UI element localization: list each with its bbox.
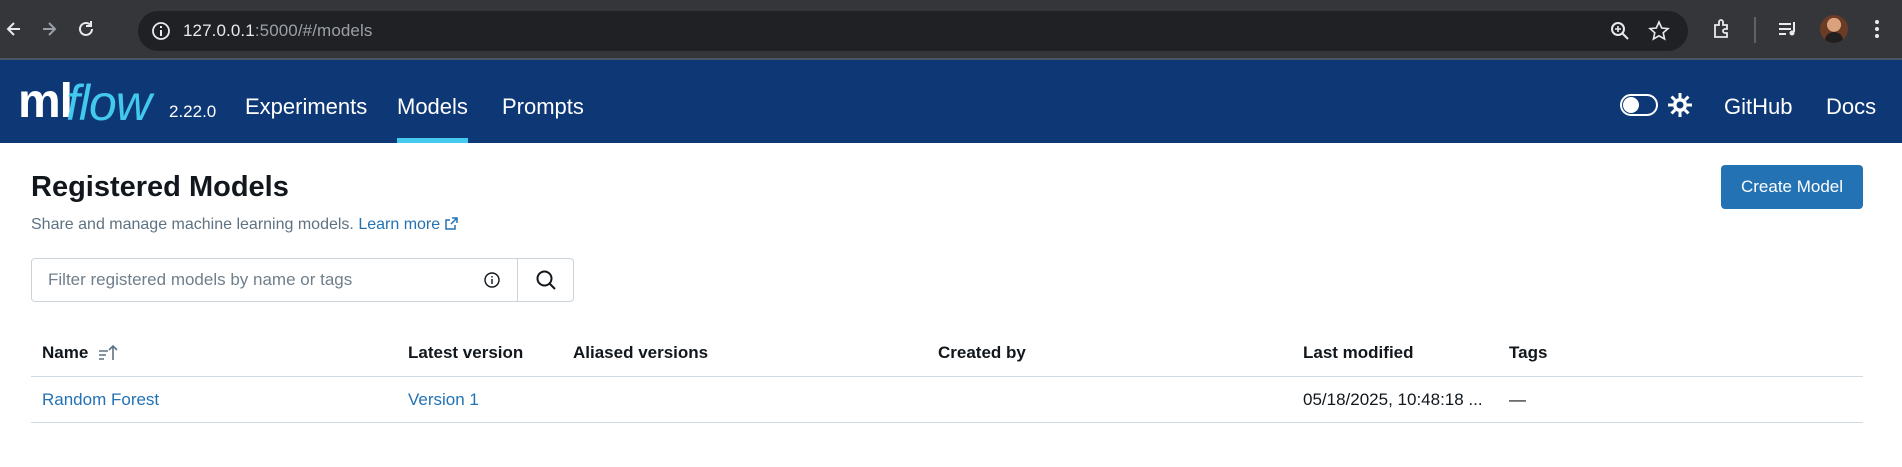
nav-models[interactable]: Models [397,94,468,120]
column-header-last-modified[interactable]: Last modified [1303,343,1414,363]
forward-arrow-icon[interactable] [37,17,61,41]
table-row: Random Forest Version 1 05/18/2025, 10:4… [31,377,1863,423]
url-host: 127.0.0.1 [183,21,255,40]
column-header-created-by[interactable]: Created by [938,343,1026,363]
column-header-aliased-versions[interactable]: Aliased versions [573,343,708,363]
column-header-latest-version[interactable]: Latest version [408,343,523,363]
tags-cell: — [1509,390,1526,409]
nav-experiments[interactable]: Experiments [245,94,367,120]
zoom-icon[interactable] [1609,20,1631,42]
create-model-button[interactable]: Create Model [1721,165,1863,209]
toolbar-divider [1754,17,1756,43]
address-bar[interactable]: 127.0.0.1:5000/#/models [138,11,1688,51]
browser-toolbar: 127.0.0.1:5000/#/models [0,0,1902,60]
model-name-link[interactable]: Random Forest [42,390,159,410]
logo-ml-text: ml [18,75,73,128]
media-queue-icon[interactable] [1775,16,1801,42]
url-path: :5000/#/models [254,21,373,40]
url-text[interactable]: 127.0.0.1:5000/#/models [183,21,372,41]
back-arrow-icon[interactable] [2,17,26,41]
table-header-row: Name Latest version Aliased versions Cre… [31,332,1863,377]
sun-icon [1667,92,1693,118]
learn-more-label: Learn more [358,216,441,233]
more-menu-icon[interactable] [1864,16,1890,42]
column-header-name[interactable]: Name [42,343,88,363]
subtitle-text: Share and manage machine learning models… [31,216,354,233]
active-nav-indicator [397,138,468,143]
search-box [31,258,574,302]
version-label: 2.22.0 [169,102,217,121]
last-modified-cell: 05/18/2025, 10:48:18 ... [1303,390,1483,409]
info-icon[interactable] [483,271,501,289]
site-info-icon[interactable] [150,20,172,42]
sort-ascending-icon[interactable] [97,342,119,364]
nav-prompts[interactable]: Prompts [502,94,584,120]
app-header: ml flow 2.22.0 Experiments Models Prompt… [0,60,1902,143]
search-button[interactable] [518,259,574,301]
logo-flow-text: flow [66,75,152,131]
github-link[interactable]: GitHub [1724,94,1792,120]
page-subtitle: Share and manage machine learning models… [31,216,459,234]
models-table: Name Latest version Aliased versions Cre… [31,332,1863,423]
search-input[interactable] [32,259,517,301]
column-header-tags[interactable]: Tags [1509,343,1547,363]
bookmark-star-icon[interactable] [1648,20,1670,42]
page-title: Registered Models [31,171,289,203]
latest-version-link[interactable]: Version 1 [408,390,479,410]
theme-toggle[interactable] [1620,94,1658,116]
extensions-icon[interactable] [1709,16,1735,42]
reload-icon[interactable] [74,17,98,41]
docs-link[interactable]: Docs [1826,94,1876,120]
external-link-icon [445,217,458,230]
search-icon [536,270,556,290]
profile-avatar[interactable] [1820,15,1848,43]
learn-more-link[interactable]: Learn more [358,216,459,233]
